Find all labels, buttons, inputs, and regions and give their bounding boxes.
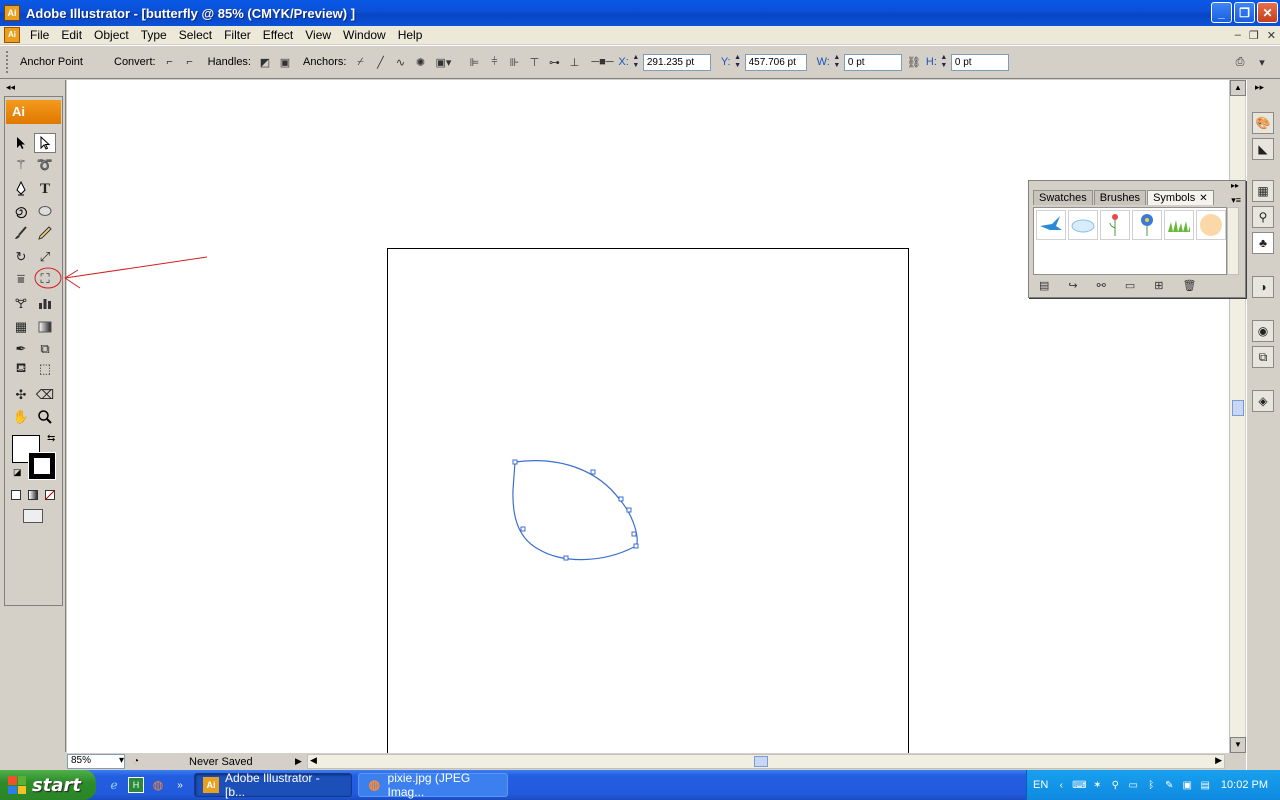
tray-badge-icon[interactable]: ▤ (1198, 778, 1212, 792)
anchor-point[interactable] (618, 496, 624, 502)
anchor-point[interactable] (590, 469, 596, 475)
scroll-down-icon[interactable]: ▼ (1230, 737, 1246, 753)
taskbar-item-illustrator-label: Adobe Illustrator - [b... (225, 771, 320, 799)
blue-flower-symbol-icon[interactable] (1132, 210, 1162, 240)
taskbar-item-illustrator[interactable]: Ai Adobe Illustrator - [b... (194, 771, 352, 799)
tab-swatches[interactable]: Swatches (1033, 190, 1093, 205)
color-panel-icon[interactable]: 🎨 (1252, 112, 1274, 134)
system-tray: EN ‹ ⌨ ✶ ⚲ ▭ ᛒ ✎ ▣ ▤ 10:02 PM (1026, 770, 1280, 800)
taskbar-item-firefox-label: pixie.jpg (JPEG Imag... (387, 771, 471, 799)
scroll-up-icon[interactable]: ▲ (1230, 80, 1246, 96)
swatches-panel-icon[interactable]: ▦ (1252, 180, 1274, 202)
bird-symbol-icon[interactable] (1036, 210, 1066, 240)
maximize-button[interactable]: ❐ (1234, 2, 1255, 23)
illustrator-task-icon: Ai (203, 777, 219, 793)
start-button[interactable]: start (0, 770, 96, 800)
leaf-path[interactable] (0, 0, 1229, 753)
windows-flag-icon (8, 776, 26, 794)
flower-stem-symbol-icon[interactable] (1100, 210, 1130, 240)
vertical-scroll-thumb[interactable] (1232, 400, 1244, 416)
expand-dock-icon[interactable]: ▸▸ (1255, 82, 1264, 93)
layers-panel-icon[interactable]: ◈ (1252, 390, 1274, 412)
save-status-text: Never Saved (189, 755, 253, 768)
show-desktop-icon[interactable]: H (128, 777, 144, 793)
new-symbol-icon[interactable]: ⊞ (1154, 279, 1163, 292)
quick-launch: ℯ H ◍ » (106, 777, 188, 793)
tray-keyboard-icon[interactable]: ⌨ (1072, 778, 1086, 792)
workspace-icon[interactable]: ⎙ (1232, 54, 1248, 70)
scroll-right-icon[interactable]: ▶ (1215, 755, 1222, 766)
tray-star-icon[interactable]: ✶ (1090, 778, 1104, 792)
internet-explorer-icon[interactable]: ℯ (106, 777, 122, 793)
firefox-task-icon: ◍ (368, 777, 380, 792)
brushes-panel-icon[interactable]: ⚲ (1252, 206, 1274, 228)
panel-menu-icon[interactable]: ▾≡ (1231, 195, 1241, 206)
grass-symbol-icon[interactable] (1164, 210, 1194, 240)
firefox-icon[interactable]: ◍ (150, 777, 166, 793)
tab-symbols-label: Symbols (1153, 192, 1196, 204)
doc-close-button[interactable]: ✕ (1267, 29, 1276, 42)
zoom-dropdown[interactable]: 85% ▾ (67, 754, 125, 769)
symbols-scrollbar[interactable] (1227, 207, 1239, 275)
tray-tool-icon[interactable]: ✎ (1162, 778, 1176, 792)
control-menu-icon[interactable]: ▾ (1254, 54, 1270, 70)
break-link-icon[interactable]: ⚯ (1097, 279, 1106, 292)
taskbar-item-firefox[interactable]: ◍ pixie.jpg (JPEG Imag... (358, 771, 508, 799)
tab-symbols[interactable]: Symbols ✕ (1147, 190, 1214, 205)
cloud-symbol-icon[interactable] (1068, 210, 1098, 240)
zoom-chevron-down-icon[interactable]: ▾ (119, 755, 124, 768)
close-button[interactable]: ✕ (1257, 2, 1278, 23)
symbol-options-icon[interactable]: ▭ (1125, 279, 1135, 292)
place-symbol-icon[interactable]: ↪ (1068, 279, 1077, 292)
status-bar: 85% ▾ ◔ Never Saved ▶ ◀ ▶ (67, 753, 1245, 770)
appearance-panel-icon[interactable]: ◉ (1252, 320, 1274, 342)
language-indicator[interactable]: EN (1033, 779, 1048, 791)
symbol-libraries-icon[interactable]: ▤ (1039, 279, 1049, 292)
symbols-panel: ▸▸ Swatches Brushes Symbols ✕ ▾≡ ▤ ↪ ⚯ ▭ … (1028, 180, 1246, 298)
tray-app-icon[interactable]: ▣ (1180, 778, 1194, 792)
anchor-point[interactable] (633, 543, 639, 549)
tab-brushes[interactable]: Brushes (1093, 190, 1147, 205)
quick-launch-more-icon[interactable]: » (172, 777, 188, 793)
doc-minimize-button[interactable]: – (1235, 29, 1241, 42)
graphic-styles-panel-icon[interactable]: ⧉ (1252, 346, 1274, 368)
anchor-point[interactable] (563, 555, 569, 561)
tray-monitor-icon[interactable]: ▭ (1126, 778, 1140, 792)
anchor-point[interactable] (631, 531, 637, 537)
zoom-value: 85% (71, 755, 92, 766)
anchor-point[interactable] (512, 459, 518, 465)
close-tab-icon[interactable]: ✕ (1199, 193, 1207, 204)
right-panel-dock: ▸▸ 🎨 ◣ ▦ ⚲ ♣ ◑ ◉ ⧉ ◈ (1246, 80, 1280, 770)
gradient-panel-icon[interactable]: ◣ (1252, 138, 1274, 160)
start-label: start (32, 774, 81, 796)
delete-symbol-icon[interactable]: 🗑 (1182, 279, 1196, 292)
clock[interactable]: 10:02 PM (1221, 779, 1268, 791)
anchor-point[interactable] (626, 507, 632, 513)
scroll-left-icon[interactable]: ◀ (310, 755, 317, 766)
tray-network-icon[interactable]: ⚲ (1108, 778, 1122, 792)
anchor-point[interactable] (520, 526, 526, 532)
status-menu-arrow-icon[interactable]: ▶ (295, 756, 302, 767)
panel-collapse-icon[interactable]: ▸▸ (1231, 181, 1239, 190)
transparency-panel-icon[interactable]: ◑ (1252, 276, 1274, 298)
orange-blob-symbol-icon[interactable] (1196, 210, 1226, 240)
horizontal-scrollbar[interactable]: ◀ ▶ (307, 754, 1225, 769)
tray-bluetooth-icon[interactable]: ᛒ (1144, 778, 1158, 792)
doc-restore-button[interactable]: ❐ (1249, 29, 1259, 42)
tray-expand-icon[interactable]: ‹ (1054, 778, 1068, 792)
symbols-panel-icon[interactable]: ♣ (1252, 232, 1274, 254)
taskbar: start ℯ H ◍ » Ai Adobe Illustrator - [b.… (0, 770, 1280, 800)
symbols-grid (1033, 207, 1227, 275)
horizontal-scroll-thumb[interactable] (754, 756, 768, 767)
